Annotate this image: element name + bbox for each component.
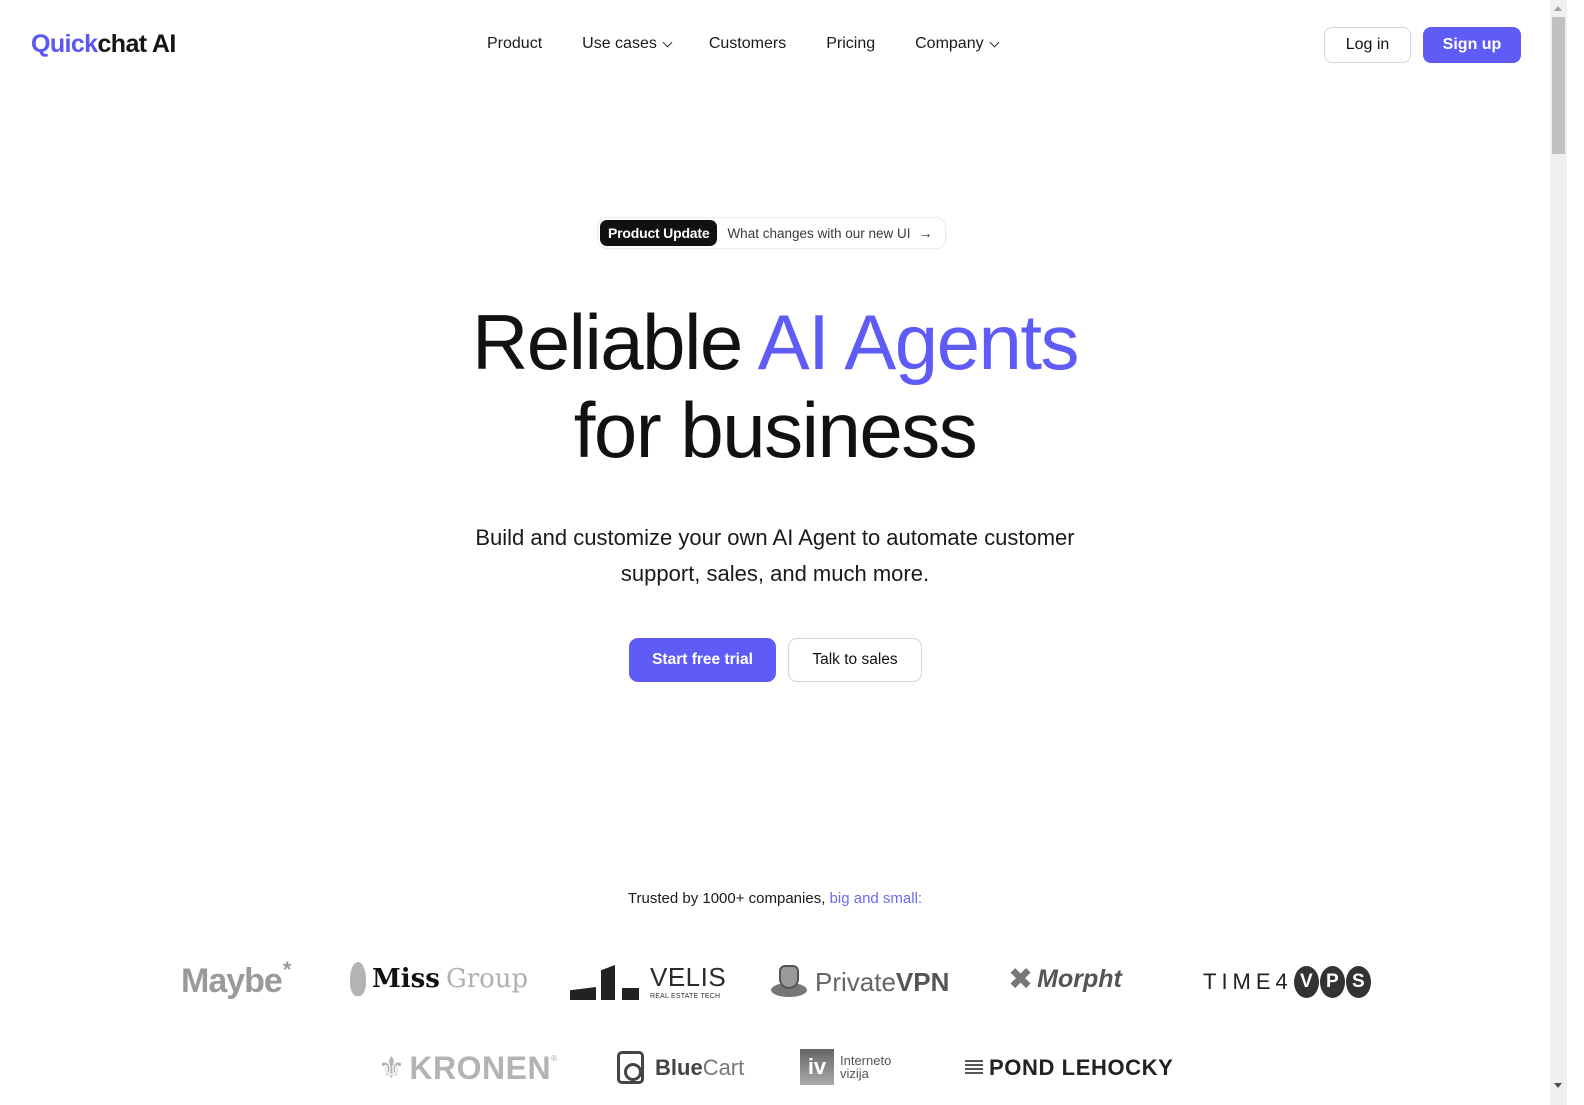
- trusted-by-main: Trusted by 1000+ companies,: [627, 890, 830, 907]
- headline-part1: Reliable: [471, 298, 758, 386]
- nav-product-label: Product: [487, 35, 543, 52]
- registered-mark: ®: [551, 1054, 558, 1063]
- nav-use-cases[interactable]: Use cases: [582, 33, 673, 55]
- hero-headline: Reliable AI Agents for business: [0, 298, 1550, 474]
- logo-v-circle: V: [1293, 966, 1319, 998]
- logo-morpht-text: Morpht: [1037, 965, 1122, 993]
- shield-lock-icon: [771, 965, 807, 999]
- logo-pond-lehocky: POND LEHOCKY: [965, 1055, 1173, 1081]
- scroll-up-arrow-icon[interactable]: [1554, 6, 1562, 11]
- logo-vizija-text: vizija: [840, 1066, 869, 1081]
- logo-kronen: ⚜ KRONEN ®: [378, 1050, 557, 1087]
- headline-accent: AI Agents: [757, 298, 1080, 386]
- main-nav: Product Use cases Customers Pricing Comp…: [487, 33, 1000, 55]
- logo-maybe: Maybe *: [181, 957, 291, 1001]
- hero-subtitle: Build and customize your own AI Agent to…: [0, 520, 1550, 592]
- nav-pricing[interactable]: Pricing: [826, 33, 875, 55]
- chevron-down-icon: [989, 37, 1000, 47]
- pond-lehocky-waves-icon: [965, 1060, 983, 1076]
- site-header: Quickchat AI Product Use cases Customers…: [0, 0, 1550, 88]
- fleur-de-lis-icon: ⚜: [378, 1052, 406, 1085]
- nav-company-label: Company: [915, 35, 984, 52]
- headline-line2: for business: [573, 386, 978, 474]
- nav-customers[interactable]: Customers: [709, 33, 786, 55]
- nav-pricing-label: Pricing: [826, 35, 876, 52]
- product-update-text: What changes with our new UI: [727, 225, 911, 241]
- logo-velis: VELIS REAL ESTATE TECH: [570, 963, 726, 1000]
- nav-company[interactable]: Company: [915, 33, 1000, 55]
- talk-to-sales-button[interactable]: Talk to sales: [788, 638, 922, 682]
- auth-buttons: Log in Sign up: [1324, 27, 1521, 63]
- morpht-butterfly-icon: ✖: [1008, 963, 1034, 996]
- logo-cart-text: Cart: [702, 1054, 745, 1080]
- chevron-down-icon: [662, 37, 673, 47]
- miss-group-emblem-icon: [350, 962, 366, 996]
- logo-bluecart: Blue Cart: [617, 1051, 744, 1084]
- logo-time4-text: TIME4: [1203, 969, 1293, 994]
- logo-private-text: Private: [815, 966, 896, 997]
- logo-s-circle: S: [1345, 966, 1371, 998]
- nav-product[interactable]: Product: [487, 33, 542, 55]
- scroll-down-arrow-icon[interactable]: [1554, 1083, 1562, 1088]
- logo-blue-text: Blue: [655, 1054, 703, 1080]
- window-edge: [1567, 0, 1584, 1105]
- scrollbar-thumb[interactable]: [1552, 17, 1565, 154]
- logo-pond-lehocky-text: POND LEHOCKY: [989, 1055, 1174, 1080]
- login-button[interactable]: Log in: [1324, 27, 1411, 63]
- start-free-trial-button[interactable]: Start free trial: [629, 638, 776, 682]
- internetovizija-icon: iv: [800, 1049, 834, 1085]
- subtitle-line2: support, sales, and much more.: [620, 561, 930, 586]
- nav-use-cases-label: Use cases: [582, 35, 657, 52]
- logo-p-circle: P: [1319, 966, 1345, 998]
- logo-kronen-text: KRONEN: [409, 1050, 552, 1086]
- logo-maybe-text: Maybe: [181, 962, 283, 1000]
- logo-privatevpn: Private VPN: [771, 965, 949, 999]
- velis-buildings-icon: [570, 963, 640, 1000]
- logo-part-chat-ai: chat AI: [97, 30, 176, 58]
- logo-part-quick: Quick: [31, 30, 98, 58]
- logo-vpn-text: VPN: [895, 966, 950, 997]
- product-update-banner[interactable]: Product Update What changes with our new…: [597, 217, 946, 249]
- logo-time4vps: TIME4 V P S: [1203, 966, 1371, 998]
- logo-group-text: Group: [445, 964, 529, 994]
- logo-velis-tagline: REAL ESTATE TECH: [650, 992, 721, 1000]
- quickchat-logo[interactable]: Quickchat AI: [31, 29, 176, 59]
- asterisk-icon: *: [282, 956, 292, 982]
- nav-customers-label: Customers: [708, 35, 787, 52]
- logo-velis-text: VELIS: [650, 961, 727, 992]
- bluecart-icon: [617, 1051, 644, 1084]
- product-update-badge: Product Update: [600, 220, 718, 246]
- page-scrollbar[interactable]: [1550, 0, 1567, 1105]
- subtitle-line1: Build and customize your own AI Agent to…: [475, 525, 1075, 550]
- logo-miss-group: Miss Group: [350, 962, 528, 996]
- hero-cta-group: Start free trial Talk to sales: [629, 638, 922, 682]
- signup-button[interactable]: Sign up: [1423, 27, 1521, 63]
- arrow-right-icon: →: [918, 225, 933, 241]
- logo-morpht: ✖ Morpht: [1008, 962, 1122, 997]
- trusted-by-text: Trusted by 1000+ companies, big and smal…: [0, 889, 1550, 909]
- logo-miss-text: Miss: [372, 964, 440, 994]
- trusted-by-accent: big and small:: [829, 890, 923, 907]
- logo-internetovizija: iv Interneto vizija: [800, 1049, 891, 1085]
